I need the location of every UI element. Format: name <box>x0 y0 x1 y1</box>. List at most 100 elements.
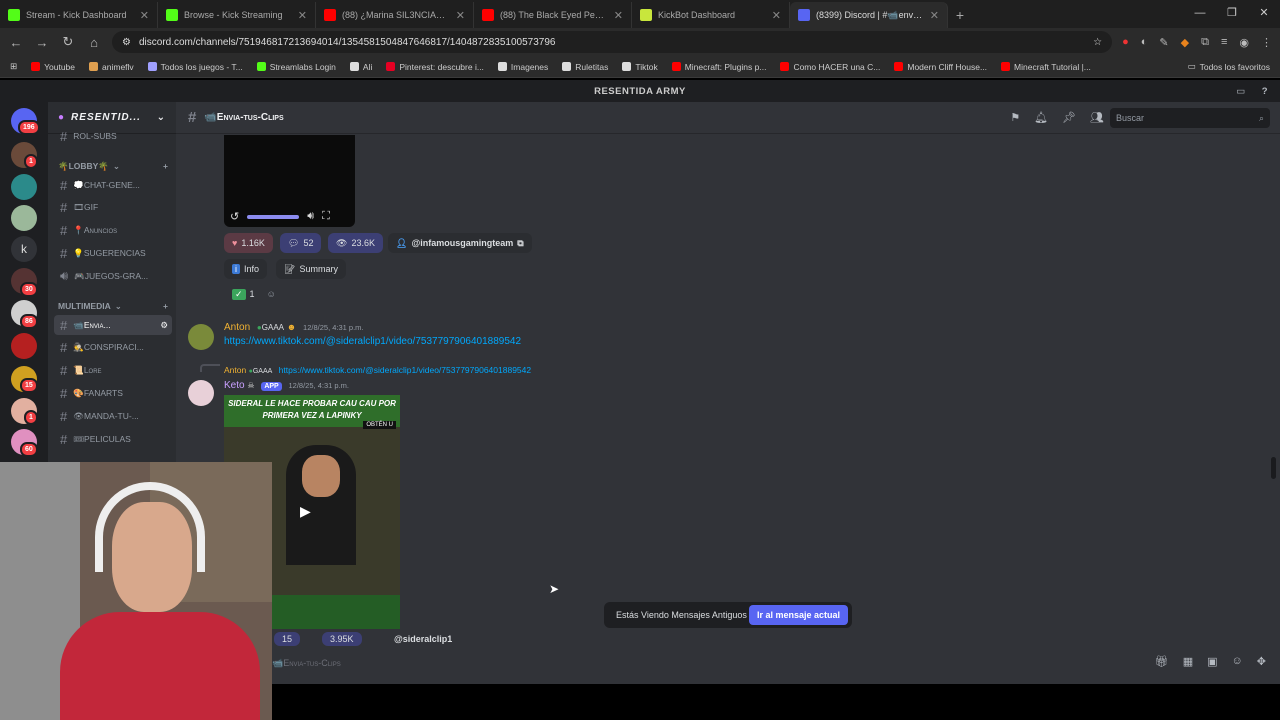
server-icon[interactable] <box>11 174 37 200</box>
server-icon-k[interactable]: k <box>11 236 37 262</box>
server-icon[interactable] <box>11 333 37 359</box>
add-channel-icon[interactable]: + <box>163 301 168 312</box>
tab-close-icon[interactable]: ✕ <box>614 9 623 22</box>
add-channel-icon[interactable]: + <box>163 161 168 172</box>
search-input[interactable]: Buscar ⌕ <box>1110 108 1270 128</box>
tab-close-icon[interactable]: ✕ <box>456 9 465 22</box>
author-button[interactable]: 👤︎ @infamousgamingteam ⧉ <box>388 233 532 253</box>
channel-item[interactable]: # 📹Envia... ⚙ <box>54 315 172 335</box>
bookmark-item[interactable]: Pinterest: descubre i... <box>386 62 484 72</box>
bookmark-item[interactable]: Streamlabs Login <box>256 62 336 72</box>
reload-icon[interactable]: ↻ <box>60 34 76 50</box>
play-icon[interactable]: ▶ <box>300 503 311 520</box>
bookmark-item[interactable]: Minecraft: Plugins p... <box>671 62 766 72</box>
minimize-icon[interactable]: — <box>1184 0 1216 26</box>
close-window-icon[interactable]: ✕ <box>1248 0 1280 26</box>
author-button[interactable]: @sideralclip1 <box>386 632 460 646</box>
video-embed[interactable]: ↺ 🔊︎ ⛶ <box>224 135 355 227</box>
bookmark-item[interactable]: Youtube <box>31 62 75 72</box>
extension-icon[interactable]: ◐ <box>1141 36 1148 49</box>
category-lobby[interactable]: 🌴LOBBY🌴 ⌄ + <box>58 161 168 172</box>
avatar[interactable] <box>188 324 214 350</box>
bookmark-item[interactable]: Todos los juegos - T... <box>147 62 243 72</box>
views-button[interactable]: 3.95K <box>322 632 362 646</box>
sticker-icon[interactable]: ▣ <box>1207 655 1217 668</box>
emoji-icon[interactable]: ☺ <box>1232 655 1243 668</box>
bell-icon[interactable]: 🔔︎ <box>1034 111 1048 124</box>
channel-item[interactable]: # 📍Anuncios <box>54 221 172 241</box>
tab-close-icon[interactable]: ✕ <box>298 9 307 22</box>
reaction-check[interactable]: ✓ 1 ☺ <box>224 284 284 304</box>
help-icon[interactable]: ? <box>1262 86 1268 97</box>
avatar[interactable] <box>188 380 214 406</box>
apps-icon[interactable]: ⊞ <box>10 61 17 72</box>
channel-item[interactable]: # 🎟PELICULAS <box>54 429 172 449</box>
bookmark-item[interactable]: Minecraft Tutorial |... <box>1001 62 1091 72</box>
browser-tab[interactable]: KickBot Dashboard ✕ <box>632 2 790 28</box>
bookmark-item[interactable]: Modern Cliff House... <box>894 62 987 72</box>
message-author[interactable]: Keto ☠ APP 12/8/25, 4:31 p.m. <box>224 380 349 391</box>
media-icon[interactable]: ≡ <box>1221 36 1227 49</box>
forward-icon[interactable]: → <box>34 35 50 50</box>
reply-preview[interactable]: Anton ●GAAA https://www.tiktok.com/@side… <box>224 365 531 375</box>
home-icon[interactable]: ⌂ <box>86 35 102 50</box>
volume-icon[interactable]: 🔊︎ <box>307 210 314 223</box>
bookmark-item[interactable]: animeflv <box>89 62 134 72</box>
back-icon[interactable]: ← <box>8 35 24 50</box>
bookmark-star-icon[interactable]: ☆ <box>1093 37 1102 48</box>
browser-tab[interactable]: Browse - Kick Streaming ✕ <box>158 2 316 28</box>
pin-icon[interactable]: 📌︎ <box>1062 111 1076 124</box>
tab-close-icon[interactable]: ✕ <box>930 9 939 22</box>
all-bookmarks[interactable]: ▭ Todos los favoritos <box>1188 61 1270 72</box>
category-multimedia[interactable]: MULTIMEDIA ⌄ + <box>58 301 168 312</box>
bookmark-item[interactable]: Ruletitas <box>562 62 608 72</box>
settings-icon[interactable]: ⚙ <box>160 320 168 331</box>
channel-item[interactable]: # 🎨FANARTS <box>54 383 172 403</box>
tab-close-icon[interactable]: ✕ <box>772 9 781 22</box>
browser-tab[interactable]: (88) The Black Eyed Peas - Don ✕ <box>474 2 632 28</box>
jump-present-button[interactable]: Ir al mensaje actual <box>748 605 848 625</box>
summary-button[interactable]: 📝︎ Summary <box>276 259 346 279</box>
add-reaction-icon[interactable]: ☺ <box>267 289 276 299</box>
message-author[interactable]: Anton ●GAAA ☻ 12/8/25, 4:31 p.m. <box>224 322 364 333</box>
volume-slider[interactable] <box>247 214 300 219</box>
bookmark-item[interactable]: Imagenes <box>497 62 548 72</box>
new-tab-icon[interactable]: + <box>948 2 972 28</box>
bookmark-item[interactable]: Tiktok <box>622 62 658 72</box>
maximize-icon[interactable]: ❐ <box>1216 0 1248 26</box>
profile-avatar[interactable]: ◉ <box>1239 36 1249 49</box>
gift-icon[interactable]: 🎁︎ <box>1155 655 1169 668</box>
replay-icon[interactable]: ↺ <box>230 210 239 223</box>
channel-item[interactable]: 🔊︎ 🎮JUEGOS-GRA... <box>54 266 172 286</box>
channel-item[interactable]: # 💡SUGERENCIAS <box>54 243 172 263</box>
channel-item[interactable]: # 👁MANDA-TU-... <box>54 406 172 426</box>
info-button[interactable]: i Info <box>224 259 268 279</box>
members-icon[interactable]: 👥︎ <box>1090 111 1104 124</box>
channel-item[interactable]: # 🎞GIF <box>54 198 172 218</box>
gif-icon[interactable]: ▦ <box>1183 655 1193 668</box>
channel-item[interactable]: # 🕵CONSPIRACI... <box>54 338 172 358</box>
apps-icon[interactable]: ✥ <box>1257 655 1266 668</box>
browser-tab[interactable]: (8399) Discord | #📹envia-tus ✕ <box>790 2 948 28</box>
views-button[interactable]: 👁︎ 23.6K <box>328 233 383 253</box>
translate-icon[interactable]: ✎ <box>1159 36 1168 49</box>
opera-icon[interactable]: ● <box>1122 36 1129 49</box>
url-field[interactable]: ⚙ discord.com/channels/75194681721369401… <box>112 31 1113 53</box>
server-icon[interactable] <box>11 205 37 231</box>
threads-icon[interactable]: ⚑ <box>1010 111 1020 124</box>
puzzle-icon[interactable]: ⧉ <box>1201 36 1209 49</box>
likes-button[interactable]: ♥ 1.16K <box>224 233 273 253</box>
scrollbar[interactable] <box>1271 457 1276 479</box>
browser-tab[interactable]: Stream - Kick Dashboard ✕ <box>0 2 158 28</box>
bookmark-item[interactable]: Como HACER una C... <box>780 62 880 72</box>
channel-item[interactable]: # 💭CHAT-GENE... <box>54 175 172 195</box>
inbox-icon[interactable]: ▭ <box>1236 86 1245 97</box>
menu-icon[interactable]: ⋮ <box>1261 36 1272 49</box>
message-link[interactable]: https://www.tiktok.com/@sideralclip1/vid… <box>224 336 521 347</box>
channel-item[interactable]: # 📜Lore <box>54 361 172 381</box>
comments-button[interactable]: 15 <box>274 632 301 646</box>
fullscreen-icon[interactable]: ⛶ <box>322 210 330 223</box>
comments-button[interactable]: 💬︎ 52 <box>280 233 322 253</box>
message-input[interactable]: 📹Envia-tus-Clips <box>272 652 1272 674</box>
bookmark-item[interactable]: Ali <box>349 62 372 72</box>
